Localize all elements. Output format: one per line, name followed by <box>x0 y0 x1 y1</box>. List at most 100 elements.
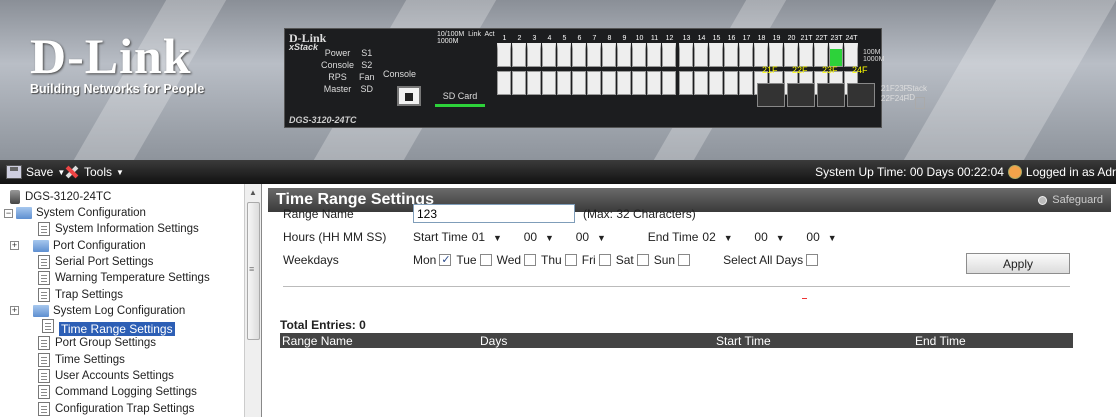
scroll-up-icon[interactable]: ▲ <box>249 188 257 197</box>
start-time-select[interactable]: 01 ▼ <box>472 228 520 246</box>
led-label: RPS <box>328 72 347 82</box>
port-number: 13 <box>682 35 691 42</box>
ethernet-port[interactable] <box>784 43 798 67</box>
ethernet-port[interactable] <box>754 43 768 67</box>
console-port[interactable] <box>397 86 421 106</box>
ethernet-port[interactable] <box>694 71 708 95</box>
ethernet-port[interactable] <box>497 43 511 67</box>
tree-item[interactable]: − System Configuration <box>4 205 146 221</box>
ethernet-port[interactable] <box>512 71 526 95</box>
weekday-checkbox[interactable] <box>439 253 452 266</box>
switch-front-panel: D-Link xStack Power Console RPS Master S1 S2… <box>284 28 927 128</box>
tree-item[interactable]: Configuration Trap Settings <box>38 401 194 417</box>
weekday-checkbox[interactable] <box>598 254 611 266</box>
start-time-select[interactable]: 00 ▼ <box>576 228 624 246</box>
column-header[interactable]: Days <box>480 334 507 348</box>
ethernet-port[interactable] <box>542 43 556 67</box>
sfp-port[interactable] <box>787 83 815 107</box>
ethernet-port[interactable] <box>617 71 631 95</box>
ethernet-port[interactable] <box>844 43 858 67</box>
tree-device[interactable]: DGS-3120-24TC <box>10 189 111 205</box>
tree-item[interactable]: Port Group Settings <box>38 335 156 351</box>
ethernet-port[interactable] <box>632 71 646 95</box>
end-time-value: 00 <box>806 230 820 244</box>
tree-item[interactable]: + System Log Configuration <box>10 303 185 319</box>
ethernet-port[interactable] <box>769 43 783 67</box>
ethernet-port[interactable] <box>572 43 586 67</box>
tree-item[interactable]: Command Logging Settings <box>38 384 197 400</box>
ethernet-port[interactable] <box>647 71 661 95</box>
weekday-checkbox[interactable] <box>564 254 577 266</box>
ethernet-port[interactable] <box>739 43 753 67</box>
weekday-checkbox[interactable] <box>636 254 649 266</box>
ethernet-port[interactable] <box>632 43 646 67</box>
save-menu[interactable]: Save ▼ <box>6 165 65 179</box>
ethernet-port[interactable] <box>694 43 708 67</box>
end-time-select[interactable]: 00 ▼ <box>754 228 802 246</box>
select-all-checkbox[interactable] <box>806 254 819 266</box>
apply-button[interactable]: Apply <box>966 253 1070 274</box>
ethernet-port[interactable] <box>709 43 723 67</box>
column-header[interactable]: Range Name <box>282 334 353 348</box>
tree-item[interactable]: User Accounts Settings <box>38 368 174 384</box>
tree-item[interactable]: Trap Settings <box>38 287 123 303</box>
ethernet-port[interactable] <box>799 43 813 67</box>
tree-item[interactable]: System Information Settings <box>38 221 199 237</box>
end-time-select[interactable]: 00 ▼ <box>806 228 854 246</box>
ethernet-port[interactable] <box>829 43 843 67</box>
weekday-checkbox[interactable] <box>678 254 691 266</box>
sfp-port[interactable] <box>847 83 875 107</box>
ethernet-port[interactable] <box>617 43 631 67</box>
ethernet-port[interactable] <box>587 43 601 67</box>
ethernet-port[interactable] <box>587 71 601 95</box>
port-number: 1 <box>502 35 507 42</box>
ethernet-port[interactable] <box>527 71 541 95</box>
ethernet-port[interactable] <box>724 43 738 67</box>
column-header[interactable]: Start Time <box>716 334 771 348</box>
ethernet-port[interactable] <box>557 71 571 95</box>
ethernet-port[interactable] <box>662 71 676 95</box>
ethernet-port[interactable] <box>814 43 828 67</box>
sidebar-scrollbar[interactable]: ▲ ≡ <box>244 184 261 417</box>
tree-item[interactable]: Time Settings <box>38 352 125 368</box>
end-time-select[interactable]: 02 ▼ <box>702 228 750 246</box>
expand-icon[interactable]: + <box>10 241 19 251</box>
range-name-input[interactable] <box>413 204 575 223</box>
chevron-down-icon: ▼ <box>116 167 124 177</box>
weekday-checkbox[interactable] <box>479 254 492 266</box>
sfp-port[interactable] <box>817 83 845 107</box>
ethernet-port[interactable] <box>557 43 571 67</box>
tree-item[interactable]: + Port Configuration <box>10 238 146 254</box>
port-number: 23T <box>830 35 843 42</box>
ethernet-port[interactable] <box>709 71 723 95</box>
ethernet-port[interactable] <box>542 71 556 95</box>
ethernet-port[interactable] <box>602 71 616 95</box>
tree-item[interactable]: Time Range Settings <box>42 319 175 337</box>
ethernet-port[interactable] <box>572 71 586 95</box>
ethernet-port[interactable] <box>679 43 693 67</box>
ethernet-port[interactable] <box>662 43 676 67</box>
sd-card-slot[interactable]: SD Card <box>435 89 485 107</box>
save-label: Save <box>26 165 54 179</box>
sfp-port[interactable] <box>757 83 785 107</box>
console-port-label: Console <box>383 69 417 79</box>
ethernet-port[interactable] <box>739 71 753 95</box>
tree-item[interactable]: Serial Port Settings <box>38 254 153 270</box>
collapse-icon[interactable]: − <box>4 208 13 218</box>
folder-icon <box>16 207 32 219</box>
ethernet-port[interactable] <box>679 71 693 95</box>
led-label-2: SD <box>360 84 374 94</box>
column-header[interactable]: End Time <box>915 334 966 348</box>
tools-menu[interactable]: Tools ▼ <box>64 165 124 179</box>
ethernet-port[interactable] <box>527 43 541 67</box>
ethernet-port[interactable] <box>602 43 616 67</box>
expand-icon[interactable]: + <box>10 306 19 316</box>
ethernet-port[interactable] <box>647 43 661 67</box>
tree-item[interactable]: Warning Temperature Settings <box>38 270 210 286</box>
ethernet-port[interactable] <box>724 71 738 95</box>
start-time-select[interactable]: 00 ▼ <box>524 228 572 246</box>
ethernet-port[interactable] <box>497 71 511 95</box>
ethernet-port[interactable] <box>512 43 526 67</box>
weekday-checkbox[interactable] <box>524 254 537 266</box>
led-label: Master <box>323 84 352 94</box>
